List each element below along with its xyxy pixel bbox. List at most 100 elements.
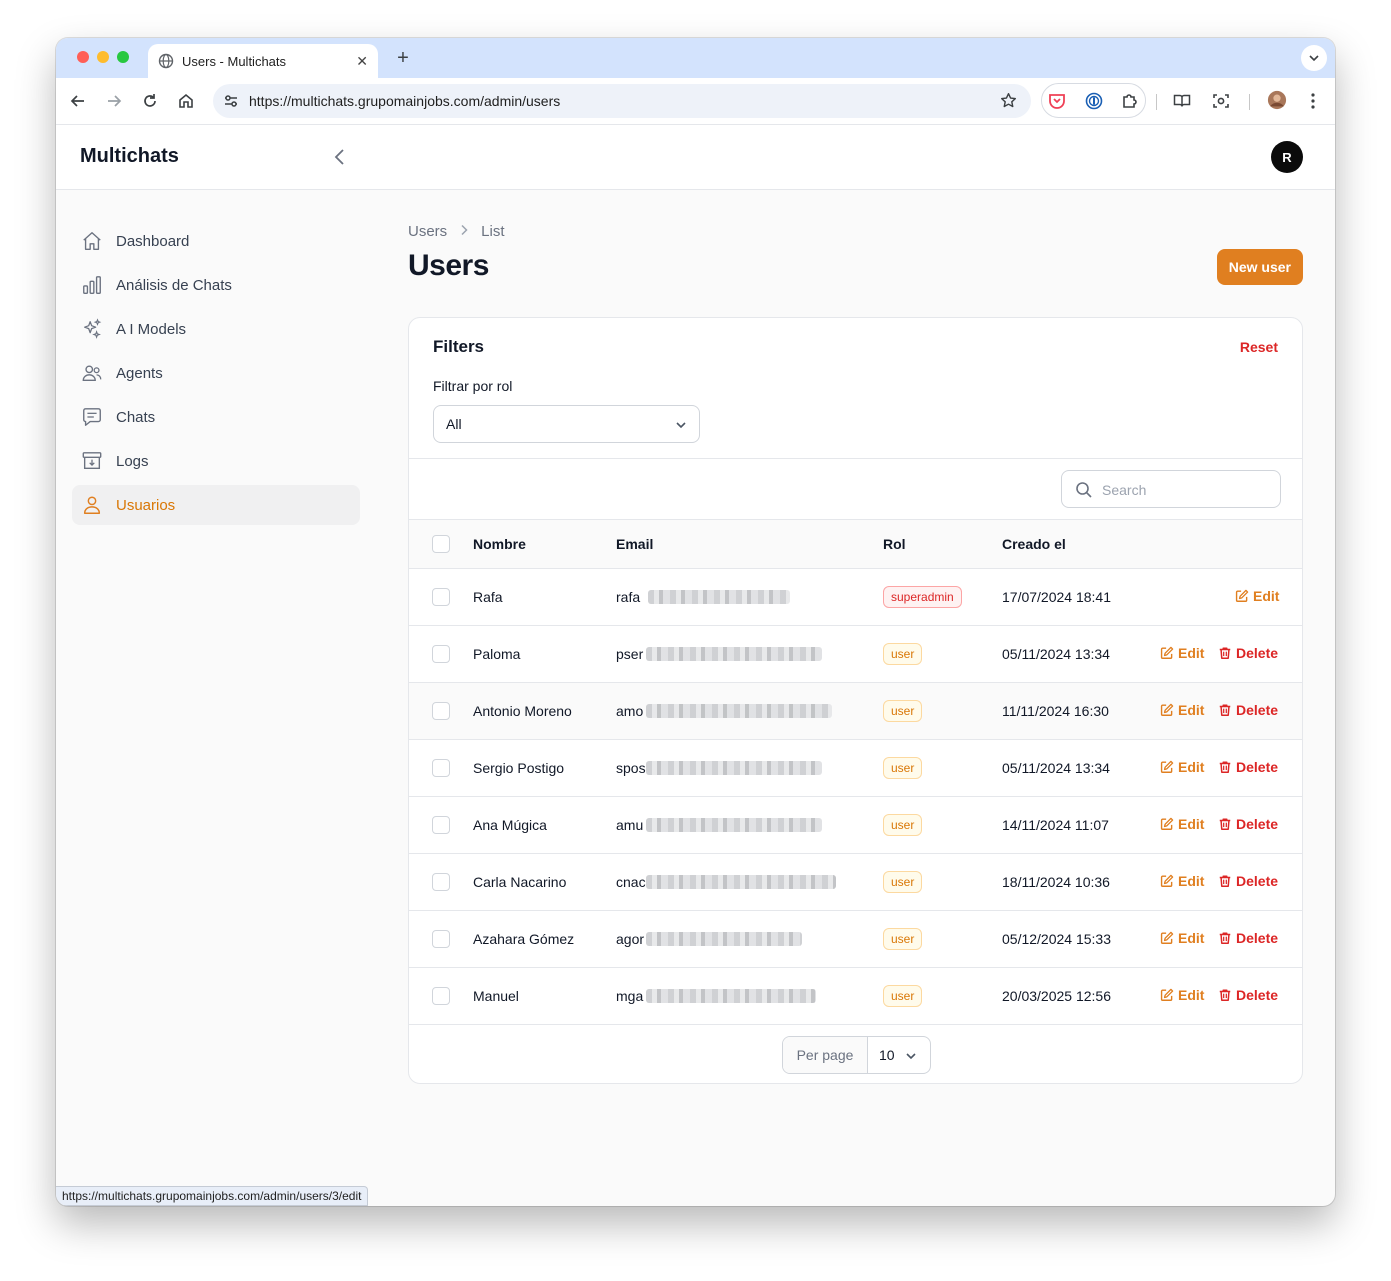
edit-button[interactable]: Edit [1160, 816, 1204, 832]
per-page-selector[interactable]: Per page 10 [782, 1036, 931, 1074]
row-checkbox[interactable] [432, 873, 450, 891]
forward-icon[interactable] [104, 91, 124, 111]
browser-menu-icon[interactable] [1303, 91, 1323, 111]
toolbar-separator [1156, 94, 1157, 110]
column-header-nombre[interactable]: Nombre [473, 536, 526, 552]
table-row[interactable]: Antonio Moreno amo user 11/11/2024 16:30 Edi… [409, 683, 1302, 740]
trash-icon [1218, 931, 1232, 945]
tab-search-button[interactable] [1301, 45, 1327, 71]
sidebar-item-logs[interactable]: Logs [72, 441, 360, 481]
sidebar-item-label: Análisis de Chats [116, 276, 232, 294]
address-bar[interactable]: https://multichats.grupomainjobs.com/adm… [213, 84, 1031, 118]
table-row[interactable]: Azahara Gómez agor user 05/12/2024 15:33 Edi… [409, 911, 1302, 968]
row-checkbox[interactable] [432, 645, 450, 663]
sidebar-item-label: Dashboard [116, 232, 190, 250]
site-settings-icon[interactable] [223, 93, 239, 114]
edit-button[interactable]: Edit [1160, 702, 1204, 718]
table-row[interactable]: Manuel mga user 20/03/2025 12:56 Edit Delete [409, 968, 1302, 1025]
new-tab-button[interactable]: + [392, 47, 414, 69]
browser-toolbar: https://multichats.grupomainjobs.com/adm… [56, 78, 1335, 125]
bookmark-star-icon[interactable] [1000, 92, 1017, 114]
edit-button[interactable]: Edit [1235, 588, 1279, 604]
row-checkbox[interactable] [432, 987, 450, 1005]
sidebar-item-ai-models[interactable]: A I Models [72, 309, 360, 349]
sidebar-item-chats[interactable]: Chats [72, 397, 360, 437]
edit-icon [1160, 646, 1174, 660]
column-header-creado-el[interactable]: Creado el [1002, 536, 1066, 552]
profile-avatar-icon[interactable] [1267, 90, 1287, 110]
edit-button[interactable]: Edit [1160, 759, 1204, 775]
column-header-rol[interactable]: Rol [883, 536, 906, 552]
edit-label: Edit [1178, 930, 1205, 946]
table-row[interactable]: Ana Múgica amu user 14/11/2024 11:07 Edit Del… [409, 797, 1302, 854]
filters-title: Filters [433, 337, 485, 356]
row-checkbox[interactable] [432, 702, 450, 720]
table-row[interactable]: Sergio Postigo spos user 05/11/2024 13:34 Ed… [409, 740, 1302, 797]
created-date: 11/11/2024 16:30 [1002, 703, 1109, 719]
role-badge: user [883, 814, 923, 836]
search-input[interactable]: Search [1061, 470, 1281, 508]
delete-button[interactable]: Delete [1218, 645, 1278, 661]
brand-logo[interactable]: Multichats [80, 145, 179, 168]
user-email: pser [616, 646, 644, 662]
table-row[interactable]: Rafa rafa superadmin 17/07/2024 18:41 Edit [409, 569, 1302, 626]
maximize-window-button[interactable] [117, 51, 129, 63]
password-manager-icon[interactable] [1085, 92, 1103, 115]
screenshot-icon[interactable] [1211, 91, 1231, 111]
row-checkbox[interactable] [432, 930, 450, 948]
tab-strip: Users - Multichats ✕ + [56, 38, 1335, 78]
edit-button[interactable]: Edit [1160, 987, 1204, 1003]
close-window-button[interactable] [77, 51, 89, 63]
sidebar-item-usuarios[interactable]: Usuarios [72, 485, 360, 525]
delete-button[interactable]: Delete [1218, 873, 1278, 889]
minimize-window-button[interactable] [97, 51, 109, 63]
reset-filters-button[interactable]: Reset [1240, 339, 1278, 355]
role-badge: user [883, 985, 923, 1007]
delete-label: Delete [1236, 873, 1279, 889]
home-nav-icon[interactable] [176, 91, 196, 111]
edit-button[interactable]: Edit [1160, 873, 1204, 889]
delete-button[interactable]: Delete [1218, 702, 1278, 718]
edit-label: Edit [1178, 987, 1205, 1003]
edit-button[interactable]: Edit [1160, 930, 1204, 946]
row-checkbox[interactable] [432, 588, 450, 606]
browser-tab[interactable]: Users - Multichats ✕ [148, 44, 378, 78]
collapse-sidebar-button[interactable] [330, 145, 350, 169]
edit-button[interactable]: Edit [1160, 645, 1204, 661]
home-icon [80, 229, 104, 253]
sidebar-item-analisis-de-chats[interactable]: Análisis de Chats [72, 265, 360, 305]
user-name: Antonio Moreno [473, 703, 572, 719]
back-icon[interactable] [68, 91, 88, 111]
select-all-checkbox[interactable] [432, 535, 450, 553]
sidebar-item-dashboard[interactable]: Dashboard [72, 221, 360, 261]
tab-title: Users - Multichats [182, 53, 287, 69]
row-checkbox[interactable] [432, 759, 450, 777]
reload-icon[interactable] [140, 91, 160, 111]
delete-button[interactable]: Delete [1218, 759, 1278, 775]
column-header-email[interactable]: Email [616, 536, 653, 552]
delete-button[interactable]: Delete [1218, 930, 1278, 946]
delete-button[interactable]: Delete [1218, 816, 1278, 832]
pocket-icon[interactable] [1048, 92, 1066, 115]
reading-mode-icon[interactable] [1172, 91, 1192, 111]
row-checkbox[interactable] [432, 816, 450, 834]
tab-close-icon[interactable]: ✕ [356, 53, 368, 70]
user-email: cnac [616, 874, 646, 890]
extensions-puzzle-icon[interactable] [1121, 92, 1139, 115]
role-badge: user [883, 757, 923, 779]
chevron-down-icon [675, 418, 687, 434]
sidebar-item-agents[interactable]: Agents [72, 353, 360, 393]
edit-icon [1235, 589, 1249, 603]
new-user-button[interactable]: New user [1216, 249, 1303, 285]
per-page-select[interactable]: 10 [868, 1037, 930, 1073]
table-row[interactable]: Carla Nacarino cnac user 18/11/2024 10:36 Ed… [409, 854, 1302, 911]
user-avatar[interactable]: R [1271, 141, 1303, 173]
delete-button[interactable]: Delete [1218, 987, 1278, 1003]
role-filter-select[interactable]: All [433, 405, 700, 443]
browser-window: Users - Multichats ✕ + https://multichat… [56, 38, 1335, 1206]
breadcrumb-users-link[interactable]: Users [408, 223, 447, 240]
user-name: Paloma [473, 646, 521, 662]
edit-icon [1160, 760, 1174, 774]
trash-icon [1218, 874, 1232, 888]
table-row[interactable]: Paloma pser user 05/11/2024 13:34 Edit Delete [409, 626, 1302, 683]
